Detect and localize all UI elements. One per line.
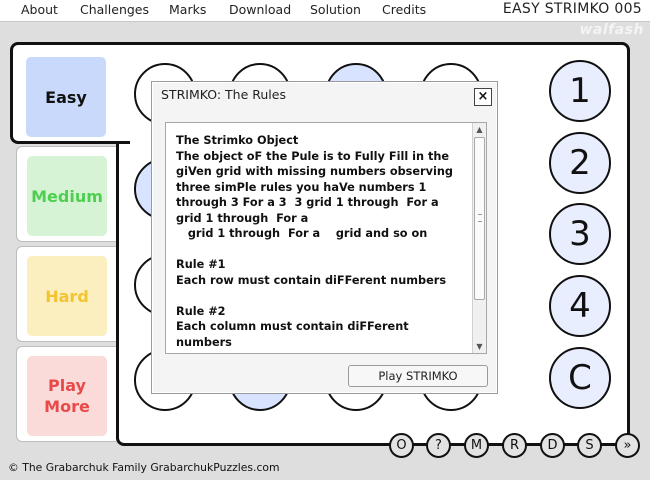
scroll-up-icon[interactable]: ▲ bbox=[473, 123, 486, 136]
help-button[interactable]: ? bbox=[426, 433, 451, 458]
scroll-down-icon[interactable]: ▼ bbox=[473, 340, 486, 353]
tab-play-more-label: Play More bbox=[27, 356, 107, 436]
tab-hard-label: Hard bbox=[27, 256, 107, 336]
solution-button[interactable]: S bbox=[577, 433, 602, 458]
number-button-1[interactable]: 1 bbox=[549, 60, 611, 122]
rules-text: The Strimko Object The object oF the Pul… bbox=[176, 134, 453, 349]
number-button-2[interactable]: 2 bbox=[549, 132, 611, 194]
tab-medium[interactable]: Medium bbox=[16, 146, 116, 242]
close-icon[interactable]: × bbox=[474, 88, 492, 106]
menu-download[interactable]: Download bbox=[229, 2, 291, 17]
dialog-title: STRIMKO: The Rules bbox=[161, 87, 286, 102]
rules-text-area[interactable]: The Strimko Object The object oF the Pul… bbox=[165, 122, 487, 354]
menu-solution[interactable]: Solution bbox=[310, 2, 361, 17]
restart-button[interactable]: R bbox=[502, 433, 527, 458]
tab-hard[interactable]: Hard bbox=[16, 246, 116, 342]
tab-easy[interactable]: Easy bbox=[16, 48, 116, 144]
scrollbar[interactable]: ▲ ▼ bbox=[472, 123, 486, 353]
brand-logo: walfash bbox=[579, 22, 644, 38]
play-strimko-button[interactable]: Play STRIMKO bbox=[348, 365, 488, 387]
scrollbar-thumb[interactable] bbox=[474, 137, 485, 300]
tab-play-more[interactable]: Play More bbox=[16, 346, 116, 442]
clear-button[interactable]: C bbox=[549, 347, 611, 409]
number-button-3[interactable]: 3 bbox=[549, 203, 611, 265]
marks-button[interactable]: M bbox=[464, 433, 489, 458]
menu-bar: About Challenges Marks Download Solution… bbox=[0, 0, 650, 22]
menu-credits[interactable]: Credits bbox=[382, 2, 426, 17]
menu-about[interactable]: About bbox=[21, 2, 58, 17]
grip-icon bbox=[478, 214, 482, 222]
game-title: EASY STRIMKO 005 bbox=[502, 1, 642, 17]
number-button-4[interactable]: 4 bbox=[549, 275, 611, 337]
download-button[interactable]: D bbox=[540, 433, 565, 458]
rules-dialog: STRIMKO: The Rules × The Strimko Object … bbox=[151, 81, 498, 394]
tab-easy-label: Easy bbox=[26, 57, 106, 137]
menu-marks[interactable]: Marks bbox=[169, 2, 206, 17]
tab-medium-label: Medium bbox=[27, 156, 107, 236]
menu-challenges[interactable]: Challenges bbox=[80, 2, 149, 17]
next-icon[interactable]: » bbox=[615, 433, 640, 458]
footer-copyright: © The Grabarchuk Family GrabarchukPuzzle… bbox=[8, 461, 280, 474]
options-button[interactable]: O bbox=[389, 433, 414, 458]
